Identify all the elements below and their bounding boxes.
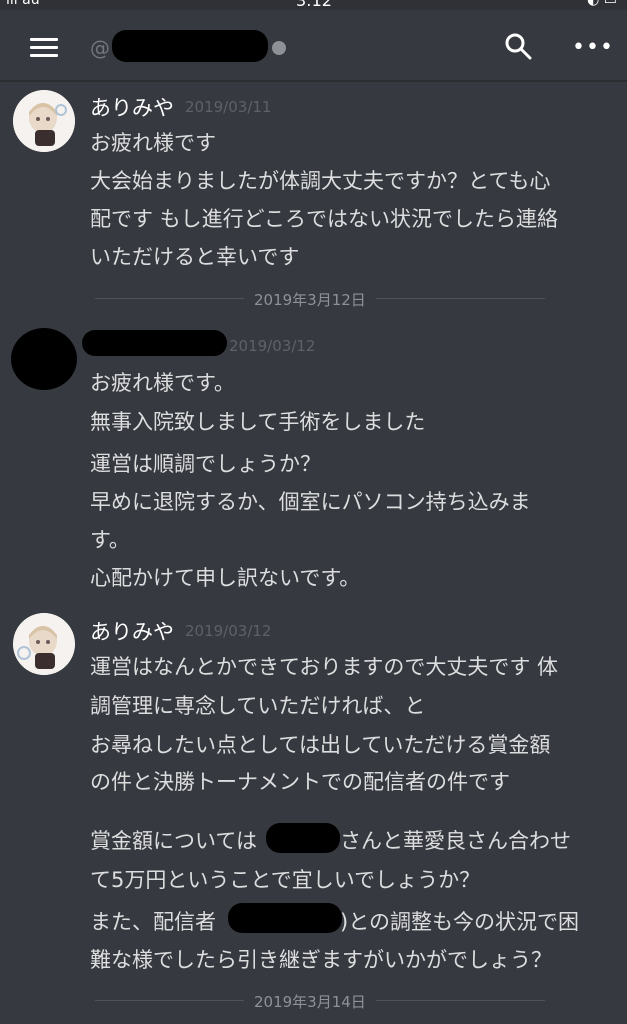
date-divider-label: 2019年3月12日 <box>244 289 376 310</box>
message-line: す。 <box>90 528 130 552</box>
carrier-label: ıll au <box>6 0 40 8</box>
timestamp: 2019/03/12 <box>229 337 316 355</box>
message-line: また、配信者 <box>90 910 216 934</box>
message-line: て5万円ということで宜しいでしょうか？ <box>90 868 481 892</box>
avatar[interactable] <box>13 90 75 152</box>
hamburger-icon[interactable] <box>30 38 58 58</box>
timestamp: 2019/03/11 <box>185 98 272 116</box>
message-line: 運営はなんとかできておりますので大丈夫です 体 <box>90 655 559 679</box>
more-icon[interactable]: ••• <box>572 37 614 59</box>
clock: 3:12 <box>296 0 332 10</box>
avatar[interactable] <box>13 613 75 675</box>
channel-header: @ ••• <box>0 10 627 82</box>
avatar[interactable] <box>11 328 77 390</box>
timestamp: 2019/03/12 <box>185 622 272 640</box>
message-line: 無事入院致しまして手術をしました <box>90 410 426 434</box>
redacted-author-name <box>82 330 227 356</box>
message-line: 配です もし進行どころではない状況でしたら連絡 <box>90 207 559 231</box>
message-line: お疲れ様です <box>90 131 216 155</box>
status-dot-icon <box>272 41 286 55</box>
message-line: 賞金額については <box>90 829 257 853</box>
message-line: 調管理に専念していただければ、と <box>90 694 426 718</box>
redacted-username <box>112 30 268 62</box>
message-line: お尋ねしたい点としては出していただける賞金額 <box>90 733 551 757</box>
message-line: )との調整も今の状況で困 <box>340 910 579 934</box>
message-line: 大会始まりましたが体調大丈夫ですか？とても心 <box>90 169 551 193</box>
date-divider-label: 2019年3月14日 <box>244 991 376 1012</box>
message-line: 難な様でしたら引き継ぎますがいかがでしょう？ <box>90 948 552 972</box>
search-icon[interactable] <box>504 32 532 60</box>
message-line: いただけると幸いです <box>90 245 300 269</box>
message-line: さんと華愛良さん合わせ <box>340 829 571 853</box>
status-bar: ıll au 3:12 ◐ ▭ <box>0 0 627 10</box>
message-line: 運営は順調でしょうか？ <box>90 452 321 476</box>
author-name[interactable]: ありみや <box>90 92 174 122</box>
message-line: 心配かけて申し訳ないです。 <box>90 566 361 590</box>
redacted-name <box>228 903 342 933</box>
channel-prefix: @ <box>90 36 110 60</box>
message-line: の件と決勝トーナメントでの配信者の件です <box>90 770 510 794</box>
status-icons: ◐ ▭ <box>587 0 617 8</box>
author-name[interactable]: ありみや <box>90 616 174 646</box>
message-line: お疲れ様です。 <box>90 371 235 395</box>
message-line: 早めに退院するか、個室にパソコン持ち込みま <box>90 490 531 514</box>
redacted-name <box>266 823 340 853</box>
